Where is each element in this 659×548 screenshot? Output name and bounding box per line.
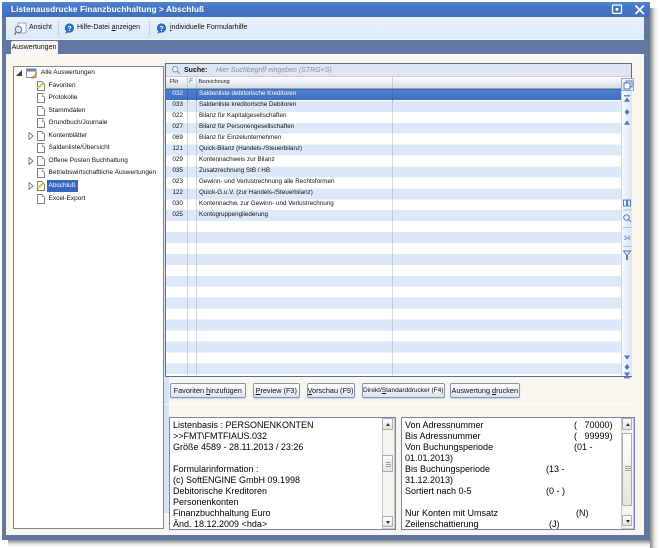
svg-text:?: ? [67,26,71,33]
svg-text:34: 34 [623,236,630,242]
svg-text:?: ? [159,26,163,33]
